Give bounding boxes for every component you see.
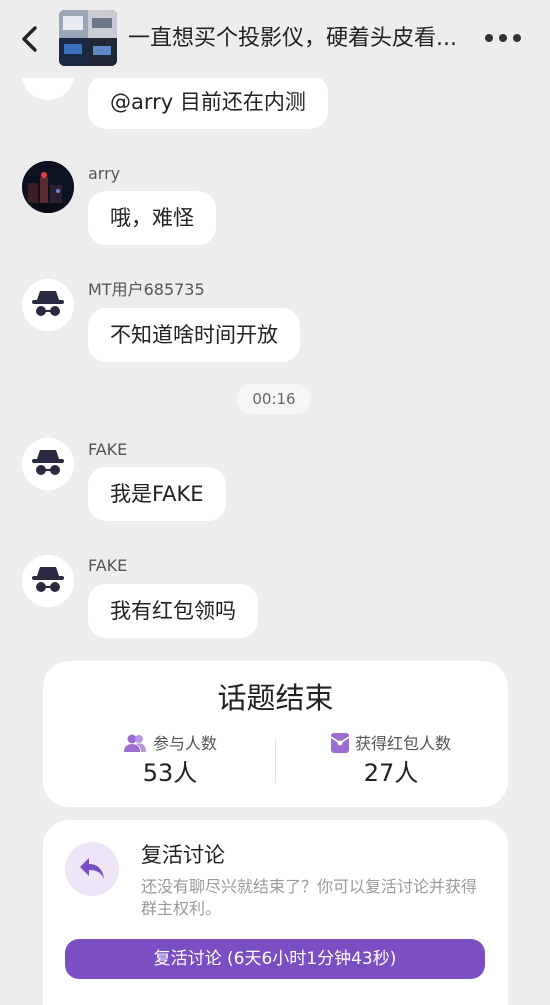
sender-name: FAKE: [88, 556, 128, 575]
revive-title: 复活讨论: [141, 843, 225, 867]
sender-name: FAKE: [88, 440, 128, 459]
revive-icon-circle: [65, 842, 119, 896]
avatar-incognito[interactable]: [22, 279, 74, 331]
red-packet-icon: [330, 733, 350, 753]
sender-name: arry: [88, 164, 121, 183]
group-thumbnail[interactable]: [59, 10, 117, 66]
participants-label: 参与人数: [152, 734, 217, 753]
time-separator: 00:16: [237, 384, 311, 414]
incognito-icon: [22, 555, 74, 607]
divider: [275, 739, 276, 783]
sender-name: MT用户685735: [88, 280, 205, 299]
redpacket-label: 获得红包人数: [354, 734, 451, 753]
participants-value: 53人: [142, 759, 198, 787]
revive-description: 还没有聊尽兴就结束了？你可以复活讨论并获得群主权利。: [141, 877, 478, 918]
message-bubble: @arry 目前还在内测: [88, 75, 328, 129]
reply-arrow-icon: [80, 858, 104, 879]
revive-button[interactable]: 复活讨论 (6天6小时1分钟43秒): [65, 939, 485, 979]
people-icon: [123, 734, 146, 752]
avatar-arry[interactable]: [22, 161, 74, 213]
chevron-left-icon[interactable]: [16, 24, 46, 54]
revive-card: 复活讨论 还没有聊尽兴就结束了？你可以复活讨论并获得群主权利。 复活讨论 (6天…: [43, 820, 508, 1005]
avatar-incognito[interactable]: [22, 438, 74, 490]
message-bubble: 哦，难怪: [88, 191, 216, 245]
chat-title: 一直想买个投影仪，硬着头皮看...: [128, 26, 457, 51]
participants-stat: 参与人数 53人: [65, 733, 275, 789]
incognito-icon: [22, 279, 74, 331]
message-bubble: 不知道啥时间开放: [88, 308, 300, 362]
redpacket-stat: 获得红包人数 27人: [286, 733, 496, 789]
top-bar: 一直想买个投影仪，硬着头皮看...: [0, 0, 550, 78]
more-dots-icon[interactable]: [485, 30, 521, 46]
topic-end-title: 话题结束: [217, 681, 334, 715]
message-bubble: 我是FAKE: [88, 467, 226, 521]
redpacket-value: 27人: [363, 759, 419, 787]
message-bubble: 我有红包领吗: [88, 584, 258, 638]
incognito-icon: [22, 438, 74, 490]
avatar-incognito[interactable]: [22, 555, 74, 607]
topic-end-card: 话题结束 参与人数 53人 获得红包人数 27人: [43, 661, 508, 807]
